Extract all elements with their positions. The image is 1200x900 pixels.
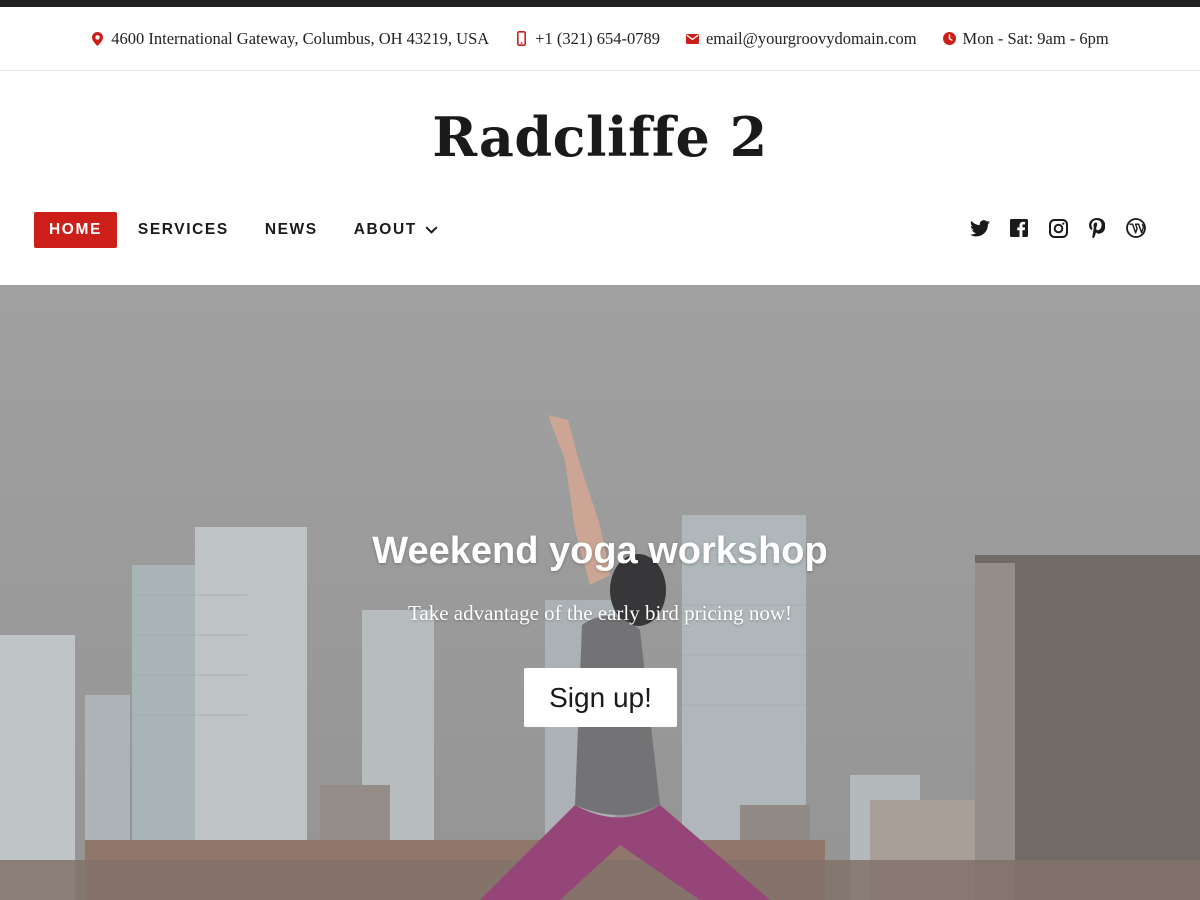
hours-info: Mon - Sat: 9am - 6pm: [942, 28, 1109, 49]
envelope-icon: [685, 32, 699, 45]
twitter-icon[interactable]: [970, 218, 990, 238]
phone-info[interactable]: +1 (321) 654-0789: [515, 29, 660, 49]
top-strip: [0, 0, 1200, 7]
sign-up-button[interactable]: Sign up!: [524, 668, 677, 727]
nav-item-label: NEWS: [264, 221, 318, 238]
phone-text[interactable]: +1 (321) 654-0789: [535, 29, 660, 49]
pinterest-icon[interactable]: [1087, 218, 1107, 238]
email-text[interactable]: email@yourgroovydomain.com: [706, 29, 917, 49]
email-info[interactable]: email@yourgroovydomain.com: [685, 29, 917, 49]
main-navigation: HOME SERVICES NEWS ABOUT: [34, 212, 459, 248]
hours-text: Mon - Sat: 9am - 6pm: [962, 28, 1109, 48]
contact-info-bar: 4600 International Gateway, Columbus, OH…: [0, 7, 1200, 71]
hero-background-image: [0, 285, 1200, 900]
chevron-down-icon: [425, 226, 438, 234]
mobile-phone-icon: [515, 31, 528, 46]
wordpress-icon[interactable]: [1126, 218, 1146, 238]
nav-item-label: HOME: [49, 221, 102, 238]
hero-subtitle: Take advantage of the early bird pricing…: [408, 601, 792, 625]
nav-item-label: ABOUT: [353, 221, 417, 238]
nav-item-label: SERVICES: [137, 221, 229, 238]
hero-banner: Weekend yoga workshop Take advantage of …: [0, 285, 1200, 900]
facebook-icon[interactable]: [1009, 218, 1029, 238]
nav-item-about[interactable]: ABOUT: [339, 212, 453, 248]
nav-item-news[interactable]: NEWS: [250, 212, 333, 248]
nav-item-home[interactable]: HOME: [34, 212, 117, 248]
map-pin-icon: [91, 31, 104, 46]
instagram-icon[interactable]: [1048, 218, 1068, 238]
hero-title: Weekend yoga workshop: [372, 530, 828, 572]
nav-item-services[interactable]: SERVICES: [123, 212, 244, 248]
clock-icon: [942, 32, 956, 45]
address-text: 4600 International Gateway, Columbus, OH…: [111, 28, 490, 48]
site-title[interactable]: Radcliffe 2: [0, 105, 1200, 169]
address-info: 4600 International Gateway, Columbus, OH…: [91, 29, 489, 49]
social-links: [970, 218, 1146, 238]
